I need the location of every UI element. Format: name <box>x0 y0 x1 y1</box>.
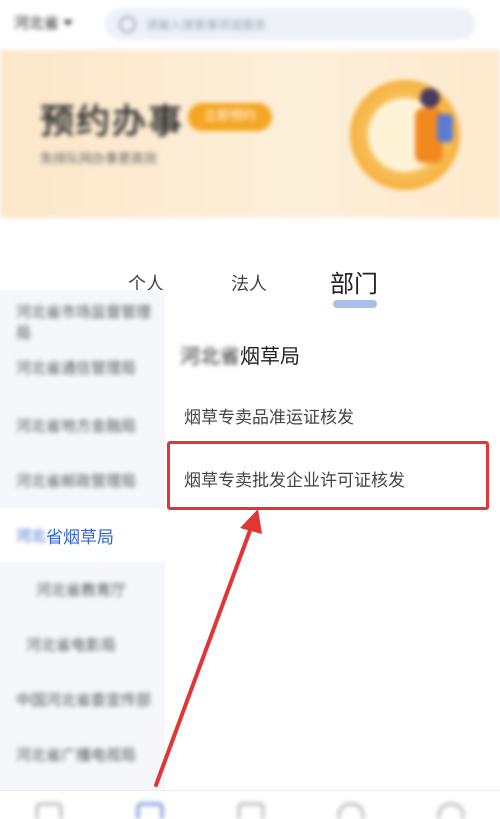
department-sidebar: 河北省市场监督管理局 河北省通信管理局 河北省地方金融局 河北省邮政管理局 河北… <box>0 290 165 790</box>
region-label: 河北省 <box>14 14 60 32</box>
appointment-banner[interactable]: 预约办事 立即预约 免排队网办事更高效 <box>0 50 500 218</box>
search-icon <box>119 15 136 33</box>
document-icon[interactable] <box>238 803 264 819</box>
banner-action-button[interactable]: 立即预约 <box>188 103 273 131</box>
sidebar-item[interactable]: 河北省教育厅 <box>0 562 165 616</box>
sidebar-item-label: 河北省教育厅 <box>36 580 127 599</box>
banner-subtitle: 免排队网办事更高效 <box>40 152 158 167</box>
sidebar-item-label: 河北省地方金融局 <box>16 416 137 435</box>
sidebar-item-label: 河北省广播电视局 <box>16 745 137 764</box>
sidebar-item-label: 中国河北省委宣传部 <box>16 690 152 709</box>
department-title: 河北省烟草局 <box>180 340 300 369</box>
chevron-down-icon <box>63 19 74 26</box>
sidebar-item[interactable]: 河北省电影局 <box>0 617 165 671</box>
sidebar-item[interactable]: 中国河北省委宣传部 <box>0 672 165 726</box>
user-icon[interactable] <box>438 803 464 819</box>
sidebar-item-label-prefix: 河北 <box>16 526 47 545</box>
sidebar-item-label: 河北省通信管理局 <box>16 358 137 377</box>
service-panel <box>165 320 500 790</box>
service-item-transport-permit[interactable]: 烟草专卖品准运证核发 <box>184 403 354 428</box>
sidebar-item-label: 河北省电影局 <box>26 635 117 654</box>
department-title-main: 烟草局 <box>240 344 300 368</box>
home-icon[interactable] <box>36 803 62 819</box>
heart-icon[interactable] <box>338 803 364 819</box>
sidebar-item-label: 河北省邮政管理局 <box>16 471 137 490</box>
region-selector[interactable]: 河北省 <box>14 12 74 33</box>
bottom-navigation <box>0 790 500 819</box>
search-placeholder: 请输入搜索事项或服务 <box>146 17 267 32</box>
sidebar-item[interactable]: 河北省通信管理局 <box>0 340 165 394</box>
search-input[interactable]: 请输入搜索事项或服务 <box>105 8 475 40</box>
department-title-prefix: 河北省 <box>180 344 240 368</box>
sidebar-item-tobacco-bureau[interactable]: 河北 省烟草局 <box>0 508 165 562</box>
sidebar-item[interactable]: 河北省广播电视局 <box>0 727 165 781</box>
sidebar-item-label: 省烟草局 <box>46 527 115 548</box>
person-illustration <box>420 88 440 108</box>
top-bar: 河北省 请输入搜索事项或服务 <box>0 0 500 50</box>
highlight-box <box>167 441 489 510</box>
tab-department[interactable]: 部门 <box>330 264 378 299</box>
sidebar-item[interactable]: 河北省地方金融局 <box>0 398 165 452</box>
sidebar-item-label: 河北省市场监督管理局 <box>16 303 152 342</box>
sidebar-item[interactable]: 河北省邮政管理局 <box>0 453 165 507</box>
banner-title: 预约办事 <box>40 102 184 142</box>
active-tab-indicator <box>333 300 377 308</box>
service-icon[interactable] <box>137 803 163 819</box>
tab-legal[interactable]: 法人 <box>231 270 267 296</box>
